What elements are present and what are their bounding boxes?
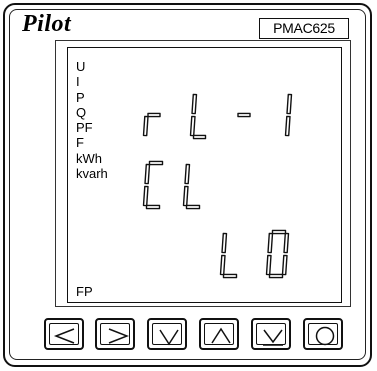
left-button[interactable] xyxy=(44,318,84,350)
row3-digit-1 xyxy=(219,232,238,279)
row2-digit-1 xyxy=(142,160,164,210)
row1-digit-4 xyxy=(284,93,293,137)
row1-digit-2 xyxy=(189,93,207,140)
row3-digit-2 xyxy=(265,229,290,279)
circle-icon xyxy=(315,326,335,346)
down-arrow-icon xyxy=(159,329,179,346)
up-button[interactable] xyxy=(199,318,239,350)
up-arrow-icon xyxy=(211,327,231,344)
seven-segment-readout xyxy=(142,93,293,279)
down-button[interactable] xyxy=(147,318,187,350)
row2-digit-2 xyxy=(182,163,201,210)
right-arrow-icon xyxy=(108,328,130,344)
enter-button[interactable] xyxy=(251,318,291,350)
right-button[interactable] xyxy=(95,318,135,350)
circle-button[interactable] xyxy=(303,318,343,350)
down-enter-icon xyxy=(263,329,283,346)
row1-digit-1 xyxy=(142,112,161,137)
row1-digit-3 xyxy=(237,112,251,118)
left-arrow-icon xyxy=(53,328,75,344)
